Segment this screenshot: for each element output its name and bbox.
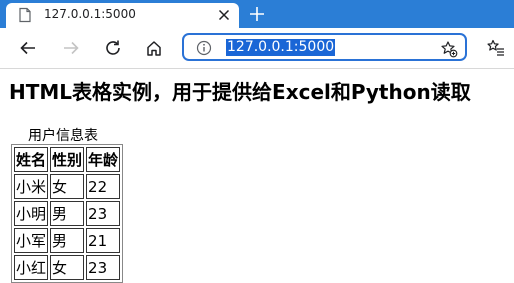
- table-row: 小明 男 23: [14, 201, 121, 226]
- info-icon[interactable]: [196, 40, 212, 56]
- table-caption: 用户信息表: [28, 128, 98, 144]
- tab-strip: 127.0.0.1:5000: [0, 0, 514, 28]
- browser-tab[interactable]: 127.0.0.1:5000: [6, 3, 239, 28]
- cell-age: 23: [86, 255, 121, 280]
- cell-name: 小军: [14, 228, 49, 253]
- cell-age: 22: [86, 174, 121, 199]
- star-plus-icon[interactable]: [440, 40, 458, 58]
- table-row: 小军 男 21: [14, 228, 121, 253]
- cell-gender: 女: [50, 174, 85, 199]
- plus-icon[interactable]: [248, 5, 266, 23]
- column-header-name: 姓名: [14, 147, 49, 172]
- close-icon[interactable]: [216, 7, 232, 23]
- cell-age: 21: [86, 228, 121, 253]
- page-icon: [19, 7, 31, 23]
- cell-name: 小米: [14, 174, 49, 199]
- url-text[interactable]: 127.0.0.1:5000: [226, 39, 336, 56]
- table-header-row: 姓名 性别 年龄: [14, 147, 121, 172]
- cell-gender: 女: [50, 255, 85, 280]
- table-row: 小红 女 23: [14, 255, 121, 280]
- arrow-left-icon[interactable]: [19, 39, 37, 57]
- favorites-icon[interactable]: [486, 38, 506, 58]
- cell-gender: 男: [50, 228, 85, 253]
- user-info-table: 姓名 性别 年龄 小米 女 22 小明 男 23 小军 男 21 小红 女 23: [11, 144, 124, 283]
- cell-gender: 男: [50, 201, 85, 226]
- tab-title: 127.0.0.1:5000: [44, 7, 136, 21]
- column-header-gender: 性别: [50, 147, 85, 172]
- page-title: HTML表格实例，用于提供给Excel和Python读取: [9, 80, 471, 104]
- reload-icon[interactable]: [104, 39, 122, 57]
- home-icon[interactable]: [145, 39, 163, 57]
- browser-toolbar: 127.0.0.1:5000: [0, 28, 514, 69]
- cell-name: 小红: [14, 255, 49, 280]
- cell-name: 小明: [14, 201, 49, 226]
- table-row: 小米 女 22: [14, 174, 121, 199]
- address-bar[interactable]: 127.0.0.1:5000: [182, 33, 467, 61]
- column-header-age: 年龄: [86, 147, 121, 172]
- arrow-right-icon[interactable]: [62, 39, 80, 57]
- cell-age: 23: [86, 201, 121, 226]
